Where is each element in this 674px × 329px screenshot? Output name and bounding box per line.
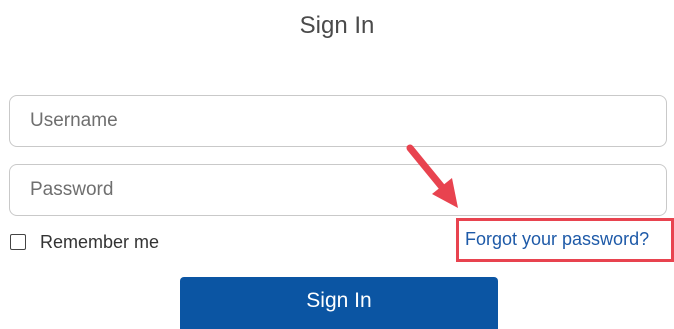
forgot-password-link[interactable]: Forgot your password? — [465, 229, 649, 250]
remember-me-label: Remember me — [40, 231, 160, 252]
remember-me-checkbox[interactable] — [10, 234, 26, 250]
sign-in-button[interactable]: Sign In — [180, 277, 498, 329]
page-title: Sign In — [299, 12, 375, 39]
remember-me-row[interactable]: Remember me — [10, 229, 159, 255]
username-input[interactable] — [9, 95, 667, 147]
red-arrow-icon — [406, 144, 458, 208]
password-input[interactable] — [9, 164, 667, 216]
sign-in-page: Sign In Remember me Forgot your password… — [0, 0, 674, 329]
